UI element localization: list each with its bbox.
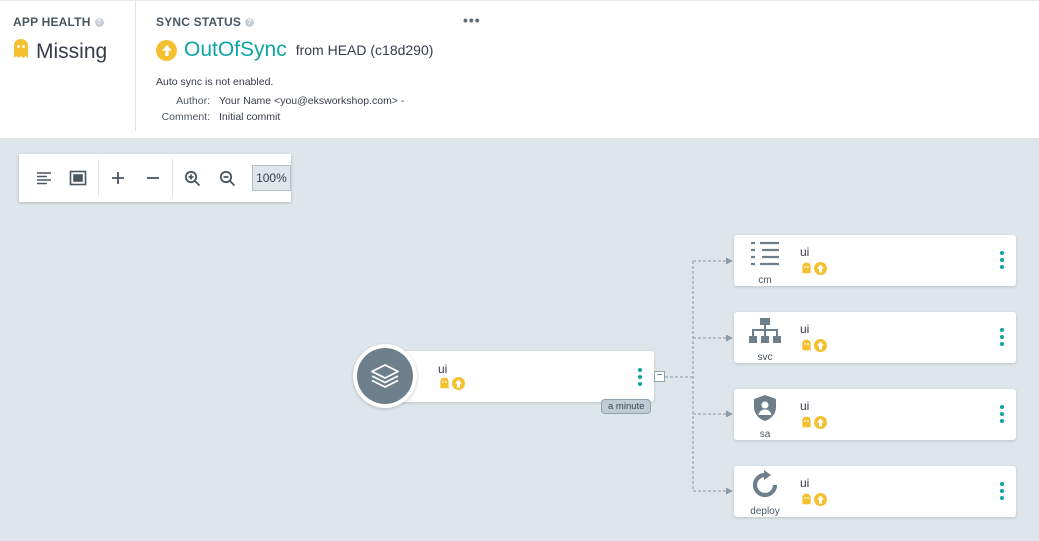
author-label: Author: bbox=[176, 95, 210, 107]
question-circle-icon[interactable]: ? bbox=[94, 17, 104, 27]
node-name: ui bbox=[800, 476, 810, 490]
node-menu-icon[interactable] bbox=[636, 368, 644, 386]
service-icon bbox=[747, 316, 783, 351]
graph-toolbar: 100% bbox=[19, 154, 291, 202]
node-name: ui bbox=[438, 362, 448, 376]
sync-status-value-row: OutOfSync from HEAD (c18d290) bbox=[156, 38, 433, 62]
app-health-value: Missing bbox=[36, 40, 108, 63]
app-summary-panel: APP HEALTH ? Missing SYNC STATUS ? ••• O… bbox=[0, 0, 1039, 138]
configmap-icon-wrap: cm bbox=[745, 239, 785, 286]
fit-to-screen-icon[interactable] bbox=[63, 163, 92, 193]
more-options-icon[interactable]: ••• bbox=[463, 12, 481, 28]
sync-status-value: OutOfSync bbox=[184, 38, 287, 61]
app-health-value-row: Missing bbox=[12, 38, 107, 66]
deploy-icon-wrap: deploy bbox=[745, 470, 785, 517]
resource-kind: svc bbox=[757, 352, 773, 363]
toolbar-divider bbox=[172, 159, 174, 197]
question-circle-icon[interactable]: ? bbox=[245, 17, 255, 27]
layers-icon bbox=[357, 348, 413, 404]
node-status-badges bbox=[801, 339, 827, 357]
child-node-deployment[interactable]: deploy ui bbox=[734, 466, 1016, 517]
comment-value: Initial commit bbox=[219, 111, 281, 123]
arrow-up-circle-icon bbox=[452, 377, 465, 395]
node-status-badges bbox=[801, 416, 827, 434]
ghost-icon bbox=[439, 377, 450, 395]
app-health-title: APP HEALTH bbox=[13, 15, 91, 29]
ghost-icon bbox=[801, 493, 812, 511]
deploy-icon bbox=[749, 470, 781, 505]
comment-row: Comment: Initial commit bbox=[136, 111, 281, 123]
node-status-badges bbox=[801, 493, 827, 511]
resource-kind: sa bbox=[759, 429, 771, 440]
app-health-panel[interactable]: APP HEALTH ? Missing bbox=[0, 1, 136, 131]
expand-icon[interactable] bbox=[104, 163, 133, 193]
sync-status-title-row: SYNC STATUS ? bbox=[156, 15, 255, 29]
collapse-toggle[interactable]: − bbox=[654, 371, 665, 382]
child-node-service-account[interactable]: sa ui bbox=[734, 389, 1016, 440]
ghost-icon bbox=[801, 416, 812, 434]
sync-status-panel[interactable]: SYNC STATUS ? ••• OutOfSync from HEAD (c… bbox=[136, 1, 1039, 131]
arrow-up-circle-icon bbox=[814, 416, 827, 434]
node-menu-icon[interactable] bbox=[998, 405, 1006, 423]
app-root-icon[interactable] bbox=[353, 344, 417, 408]
node-menu-icon[interactable] bbox=[998, 251, 1006, 269]
zoom-in-icon[interactable] bbox=[178, 163, 207, 193]
zoom-level[interactable]: 100% bbox=[251, 165, 291, 191]
configmap-icon bbox=[748, 239, 782, 274]
comment-label: Comment: bbox=[161, 111, 210, 123]
ghost-icon bbox=[801, 339, 812, 357]
auto-sync-status: Auto sync is not enabled. bbox=[156, 76, 274, 88]
ghost-icon bbox=[12, 38, 30, 66]
list-view-icon[interactable] bbox=[29, 163, 58, 193]
sync-revision: from HEAD (c18d290) bbox=[295, 42, 434, 58]
zoom-out-icon[interactable] bbox=[213, 163, 242, 193]
service-account-icon-wrap: sa bbox=[745, 393, 785, 440]
resource-kind: cm bbox=[758, 275, 772, 286]
node-name: ui bbox=[800, 245, 810, 259]
resource-age-badge: a minute bbox=[601, 399, 652, 414]
author-value: Your Name <you@eksworkshop.com> - bbox=[219, 95, 405, 107]
sync-status-title: SYNC STATUS bbox=[156, 15, 242, 29]
app-health-title-row: APP HEALTH ? bbox=[13, 15, 104, 29]
node-status-badges bbox=[801, 262, 827, 280]
arrow-up-circle-icon bbox=[814, 262, 827, 280]
collapse-icon[interactable] bbox=[138, 163, 167, 193]
node-menu-icon[interactable] bbox=[998, 328, 1006, 346]
node-name: ui bbox=[800, 399, 810, 413]
ghost-icon bbox=[801, 262, 812, 280]
node-status-badges bbox=[439, 377, 465, 395]
child-node-service[interactable]: svc ui bbox=[734, 312, 1016, 363]
app-root-node[interactable]: ui bbox=[376, 351, 654, 402]
service-account-icon bbox=[750, 393, 780, 428]
node-menu-icon[interactable] bbox=[998, 482, 1006, 500]
arrow-up-circle-icon bbox=[814, 493, 827, 511]
child-node-configmap[interactable]: cm ui bbox=[734, 235, 1016, 286]
service-icon-wrap: svc bbox=[745, 316, 785, 363]
toolbar-divider bbox=[97, 159, 99, 197]
author-row: Author: Your Name <you@eksworkshop.com> … bbox=[136, 95, 404, 107]
arrow-up-circle-icon bbox=[814, 339, 827, 357]
resource-kind: deploy bbox=[750, 506, 780, 517]
node-name: ui bbox=[800, 322, 810, 336]
arrow-up-circle-icon bbox=[156, 39, 177, 61]
